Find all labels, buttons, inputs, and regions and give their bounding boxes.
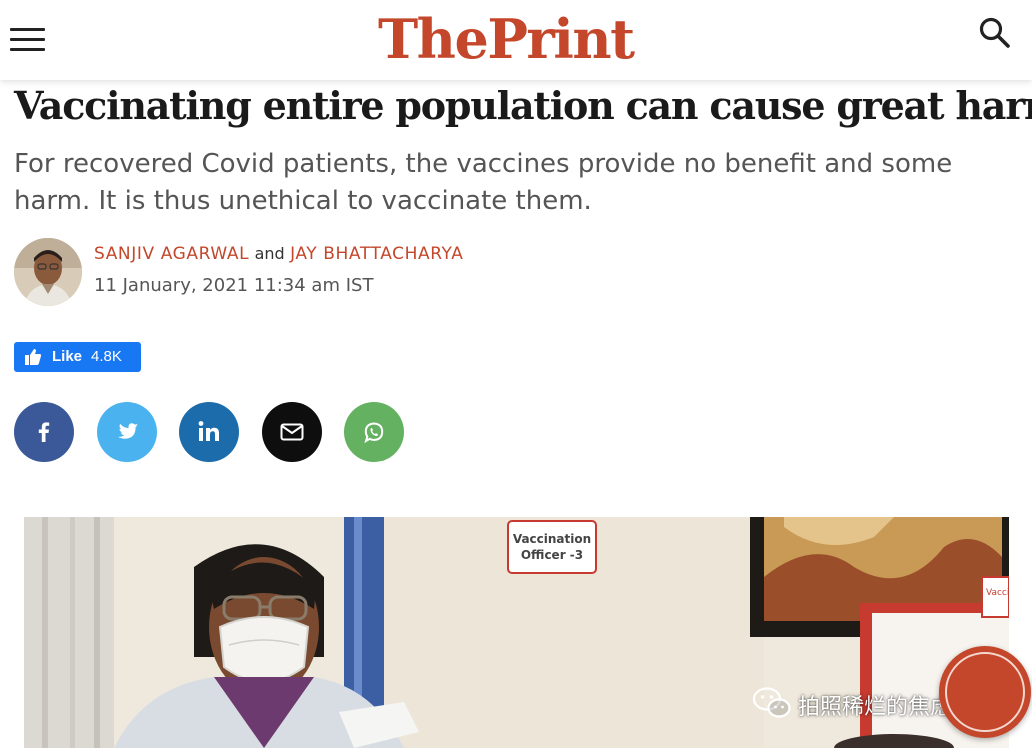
linkedin-icon: [198, 421, 219, 441]
theprint-badge-logo: [939, 646, 1031, 738]
author-joiner: and: [254, 244, 285, 263]
like-label: Like: [52, 348, 83, 365]
envelope-icon: [280, 423, 304, 441]
publish-date: 11 January, 2021 11:34 am IST: [94, 275, 374, 296]
author-link[interactable]: SANJIV AGARWAL: [94, 244, 249, 264]
facebook-icon: [38, 422, 50, 442]
whatsapp-share-button[interactable]: [344, 402, 404, 462]
hero-sign-right: Vacci: [986, 588, 1009, 598]
twitter-share-button[interactable]: [97, 402, 157, 462]
like-count: 4.8K: [91, 348, 122, 365]
whatsapp-icon: [364, 422, 384, 444]
search-icon[interactable]: [978, 16, 1012, 50]
article-subheadline: For recovered Covid patients, the vaccin…: [14, 149, 953, 216]
logo-print: Print: [487, 7, 635, 71]
article-headline: Vaccinating entire population can cause …: [14, 83, 1032, 128]
facebook-share-button[interactable]: [14, 402, 74, 462]
hamburger-menu-icon[interactable]: [10, 26, 46, 54]
logo-the: The: [378, 7, 489, 71]
email-share-button[interactable]: [262, 402, 322, 462]
linkedin-share-button[interactable]: [179, 402, 239, 462]
thumbs-up-icon: [25, 349, 42, 365]
facebook-like-button[interactable]: Like 4.8K: [14, 342, 141, 372]
byline: SANJIV AGARWAL and JAY BHATTACHARYA: [94, 244, 463, 264]
hero-sign-line2: Officer -3: [521, 548, 583, 562]
twitter-icon: [118, 423, 138, 439]
author-link[interactable]: JAY BHATTACHARYA: [290, 244, 463, 264]
author-avatar[interactable]: [14, 238, 82, 306]
wechat-icon: [752, 687, 791, 718]
site-header: ThePrint: [0, 0, 1032, 80]
hero-sign-line1: Vaccination: [513, 532, 591, 546]
site-logo[interactable]: ThePrint: [378, 7, 635, 71]
